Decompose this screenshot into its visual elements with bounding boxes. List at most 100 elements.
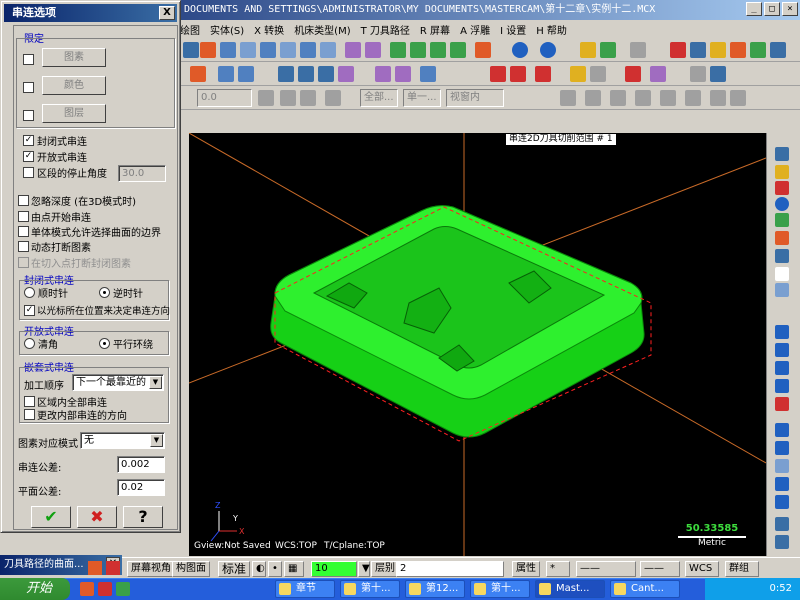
toolbar-icon[interactable] — [775, 361, 789, 375]
stop-angle-checkbox[interactable] — [23, 167, 34, 178]
toolbar-icon[interactable] — [690, 42, 706, 58]
toolbar-icon[interactable] — [775, 181, 789, 195]
wcs-button[interactable]: WCS — [685, 561, 719, 577]
grid-icon[interactable]: ▦ — [284, 561, 304, 577]
toolbar-icon[interactable] — [365, 42, 381, 58]
toolbar-icon[interactable] — [685, 90, 701, 106]
toolbar-icon[interactable] — [450, 42, 466, 58]
toolpath-surface-window[interactable]: 刀具路径的曲面... — [0, 555, 122, 575]
toolbar-icon[interactable] — [260, 42, 276, 58]
toolbar-icon[interactable] — [300, 42, 316, 58]
construction-plane-button[interactable]: 构图面 — [172, 561, 210, 577]
toolbar-icon[interactable] — [775, 441, 789, 455]
entity-button[interactable]: 图素 — [42, 48, 106, 67]
single-mode-checkbox[interactable] — [18, 226, 29, 237]
globe-icon[interactable] — [512, 42, 528, 58]
cw-radio[interactable] — [24, 287, 35, 298]
toolbar-icon[interactable] — [625, 66, 641, 82]
toolbar-icon[interactable] — [88, 561, 102, 575]
toolbar-icon[interactable] — [258, 90, 274, 106]
toolbar-icon[interactable] — [318, 66, 334, 82]
layer-button[interactable]: 层别 — [371, 561, 399, 577]
parallel-radio[interactable] — [99, 338, 110, 349]
chain-tolerance-input[interactable]: 0.002 — [117, 456, 165, 473]
start-point-checkbox[interactable] — [18, 211, 29, 222]
toolbar-icon[interactable] — [730, 90, 746, 106]
toolbar-icon[interactable] — [420, 66, 436, 82]
menu-solids[interactable]: 实体(S) — [210, 22, 244, 37]
toolbar-icon[interactable] — [775, 249, 789, 263]
chevron-down-icon[interactable]: ▼ — [358, 561, 370, 577]
break-at-point-checkbox[interactable] — [18, 257, 29, 268]
closed-chain-checkbox[interactable]: ✓ — [23, 135, 34, 146]
sphere-icon[interactable] — [540, 42, 556, 58]
attributes-button[interactable]: 属性 — [512, 561, 540, 577]
toolbar-icon[interactable] — [475, 42, 491, 58]
help-button[interactable]: ? — [123, 506, 163, 528]
taskbar-item-tenth[interactable]: 第十... — [340, 580, 400, 598]
minimize-button[interactable]: _ — [746, 2, 762, 16]
toolbar-icon[interactable] — [775, 283, 789, 297]
toolbar-icon[interactable] — [775, 325, 789, 339]
entity-mode-select[interactable]: 无 ▼ — [80, 432, 165, 449]
toolbar-icon[interactable] — [183, 42, 199, 58]
toolbar-icon[interactable] — [570, 66, 586, 82]
toolbar-icon[interactable] — [775, 459, 789, 473]
stop-angle-input[interactable]: 30.0 — [118, 165, 166, 182]
toolbar-icon[interactable] — [220, 42, 236, 58]
toolbar-icon[interactable] — [775, 397, 789, 411]
toolbar-icon[interactable] — [345, 42, 361, 58]
cursor-direction-checkbox[interactable]: ✓ — [24, 305, 35, 316]
toolbar-icon[interactable] — [650, 66, 666, 82]
single-button[interactable]: 单一... — [403, 89, 441, 107]
toolbar-icon[interactable] — [730, 42, 746, 58]
sphere-icon[interactable] — [775, 197, 789, 211]
standard-button[interactable]: 标准 — [218, 561, 251, 577]
toolbar-icon[interactable] — [218, 66, 234, 82]
machining-order-select[interactable]: 下一个最靠近的 ▼ — [72, 374, 164, 391]
menu-help[interactable]: H 帮助 — [536, 22, 567, 37]
line-width-select[interactable]: —— — [640, 561, 680, 577]
maximize-button[interactable]: □ — [764, 2, 780, 16]
toolbar-icon[interactable] — [240, 42, 256, 58]
taskbar-item-mastercam[interactable]: Mast... — [535, 580, 605, 598]
window-select-dropdown[interactable]: 视窗内 — [446, 89, 504, 107]
pencil-icon[interactable] — [580, 42, 596, 58]
toolbar-icon[interactable] — [200, 42, 216, 58]
toolbar-icon[interactable] — [510, 66, 526, 82]
toolbar-icon[interactable] — [775, 423, 789, 437]
toolbar-icon[interactable] — [775, 517, 789, 531]
graphics-viewport[interactable]: Y X Z Gview:Not Saved WCS:TOP T/Cplane:T… — [189, 133, 766, 556]
toolbar-icon[interactable] — [775, 477, 789, 491]
toolbar-icon[interactable] — [670, 42, 686, 58]
color-button[interactable]: 颜色 — [42, 76, 106, 95]
toolbar-icon[interactable] — [635, 90, 651, 106]
dynamic-break-checkbox[interactable] — [18, 241, 29, 252]
toolbar-icon[interactable] — [630, 42, 646, 58]
taskbar-item-chapter[interactable]: 章节 — [275, 580, 335, 598]
point-style-select[interactable]: * — [546, 561, 570, 577]
menu-toolpaths[interactable]: T 刀具路径 — [361, 22, 410, 37]
limit-layer-checkbox[interactable] — [23, 110, 34, 121]
open-chain-checkbox[interactable]: ✓ — [23, 151, 34, 162]
toolbar-icon[interactable] — [390, 42, 406, 58]
taskbar-item-camtasia[interactable]: Cant... — [610, 580, 680, 598]
toolbar-icon[interactable] — [300, 90, 316, 106]
group-button[interactable]: 群组 — [725, 561, 759, 577]
ccw-radio[interactable] — [99, 287, 110, 298]
toolbar-icon[interactable] — [278, 66, 294, 82]
document-icon[interactable] — [775, 267, 789, 281]
layer-value-field[interactable]: 2 — [396, 561, 504, 577]
ok-button[interactable]: ✔ — [31, 506, 71, 528]
arrow-down-icon[interactable] — [775, 379, 789, 393]
quicklaunch-icon[interactable] — [98, 582, 112, 596]
change-inner-dir-checkbox[interactable] — [24, 409, 35, 420]
toolbar-icon[interactable] — [395, 66, 411, 82]
close-button[interactable]: × — [782, 2, 798, 16]
screen-view-button[interactable]: 屏幕视角 — [127, 561, 175, 577]
toolbar-icon[interactable] — [775, 495, 789, 509]
menu-settings[interactable]: I 设置 — [500, 22, 526, 37]
dialog-close-button[interactable]: X — [159, 6, 175, 20]
toolbar-icon[interactable] — [710, 66, 726, 82]
toolbar-icon[interactable] — [750, 42, 766, 58]
